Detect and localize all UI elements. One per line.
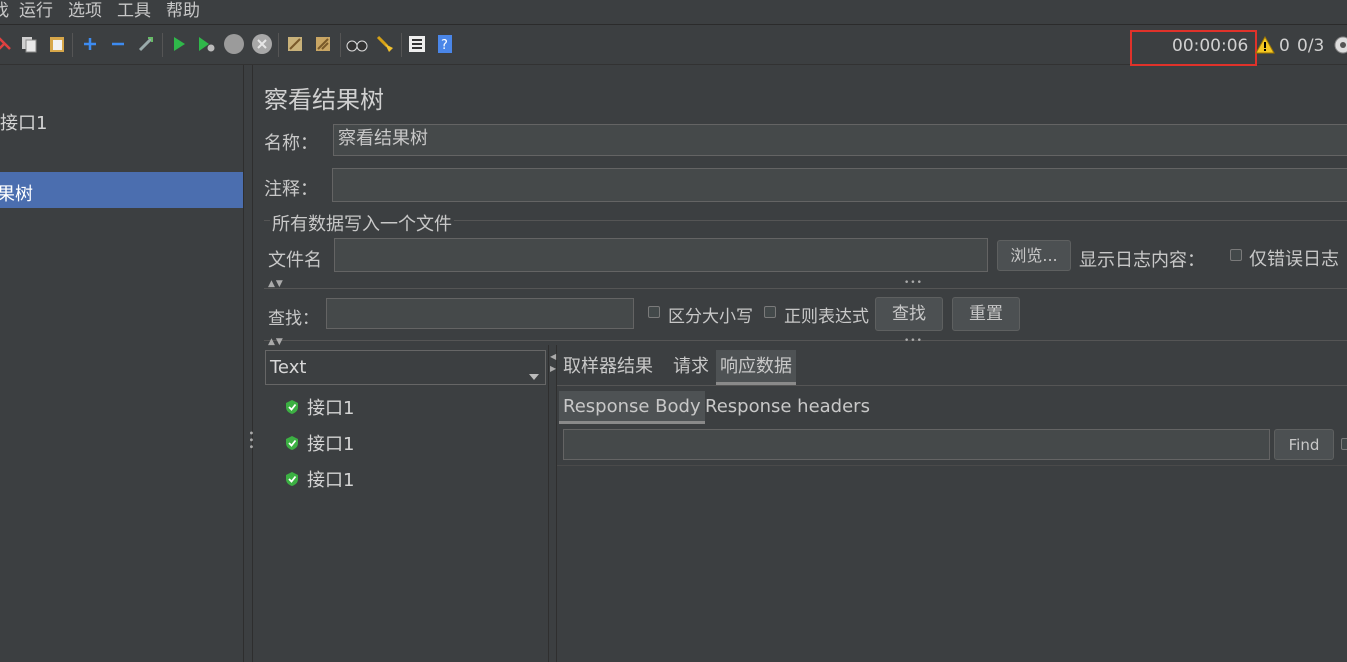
binoculars-icon[interactable] — [346, 33, 368, 55]
comment-label: 注释： — [264, 179, 318, 200]
toolbar-separator — [162, 33, 163, 57]
menu-options[interactable]: 选项 — [68, 0, 102, 22]
splitter-arrows-icon[interactable]: ▲▼ — [268, 279, 284, 289]
tab-request[interactable]: 请求 — [669, 350, 713, 385]
page-title: 察看结果树 — [264, 86, 384, 114]
splitter-grip-icon[interactable]: ••• — [904, 336, 923, 346]
result-item[interactable]: 接口1 — [285, 393, 354, 421]
toolbar-separator — [401, 33, 402, 57]
start-icon[interactable] — [168, 33, 190, 55]
response-find-checkbox[interactable] — [1341, 438, 1347, 450]
tree-splitter-grip-icon[interactable]: ••• — [245, 430, 256, 451]
toolbar-separator — [72, 33, 73, 57]
splitter-right-arrow-icon[interactable]: ▶ — [550, 364, 557, 373]
tab-sampler-result[interactable]: 取样器结果 — [559, 350, 657, 385]
menu-help[interactable]: 帮助 — [166, 0, 200, 22]
remote-status-icon[interactable] — [1333, 35, 1347, 59]
menu-run[interactable]: 运行 — [19, 0, 53, 22]
success-shield-icon — [286, 400, 298, 414]
tree-item-sampler[interactable]: 接口1 — [0, 109, 47, 135]
search-input[interactable] — [326, 298, 634, 329]
comment-field[interactable] — [332, 168, 1347, 202]
result-item-label: 接口1 — [307, 470, 355, 491]
splitter-grip-icon[interactable]: ••• — [904, 278, 923, 288]
menu-tools[interactable]: 工具 — [117, 0, 151, 22]
reset-button[interactable]: 重置 — [952, 297, 1020, 331]
name-label: 名称： — [264, 133, 318, 154]
find-button[interactable]: 查找 — [875, 297, 943, 331]
collapse-icon[interactable] — [107, 33, 129, 55]
active-threads: 0/3 — [1297, 36, 1325, 56]
results-splitter[interactable] — [264, 340, 1347, 341]
toolbar-separator — [340, 33, 341, 57]
name-field[interactable]: 察看结果树 — [333, 124, 1347, 156]
toggle-icon[interactable] — [135, 33, 157, 55]
success-shield-icon — [286, 472, 298, 486]
result-item-label: 接口1 — [307, 398, 355, 419]
clear-icon[interactable] — [284, 33, 306, 55]
clear-all-icon[interactable] — [312, 33, 334, 55]
cut-icon[interactable] — [0, 33, 16, 55]
tabs-divider — [557, 385, 1347, 386]
warning-icon[interactable] — [1255, 35, 1275, 58]
subtab-response-body[interactable]: Response Body — [559, 391, 705, 424]
browse-button[interactable]: 浏览... — [997, 240, 1071, 271]
errors-only-label: 仅错误日志 — [1249, 249, 1339, 270]
paste-icon[interactable] — [46, 33, 68, 55]
case-sensitive-checkbox[interactable] — [648, 306, 660, 318]
regex-label: 正则表达式 — [784, 307, 869, 327]
toolbar-separator — [278, 33, 279, 57]
search-splitter[interactable] — [264, 288, 1347, 289]
menu-search[interactable]: 找 — [0, 0, 9, 22]
expand-icon[interactable] — [79, 33, 101, 55]
response-find-input[interactable] — [563, 429, 1270, 460]
splitter-left-arrow-icon[interactable]: ◀ — [550, 352, 557, 361]
show-log-label: 显示日志内容： — [1079, 250, 1205, 271]
result-item[interactable]: 接口1 — [285, 465, 354, 493]
response-find-button[interactable]: Find — [1274, 429, 1334, 460]
svg-text:?: ? — [441, 38, 448, 53]
broom-icon[interactable] — [374, 33, 396, 55]
errors-only-checkbox[interactable] — [1230, 249, 1242, 261]
response-body-area[interactable] — [557, 466, 1347, 662]
warning-count: 0 — [1279, 36, 1290, 56]
case-sensitive-label: 区分大小写 — [668, 307, 753, 327]
search-label: 查找： — [268, 309, 319, 329]
tab-response-data[interactable]: 响应数据 — [716, 350, 796, 385]
stop-icon[interactable] — [223, 33, 245, 55]
splitter-arrows-icon[interactable]: ▲▼ — [268, 337, 284, 347]
tree-item-selected[interactable] — [0, 172, 243, 208]
shutdown-icon[interactable] — [251, 33, 273, 55]
renderer-select[interactable]: Text — [265, 350, 546, 385]
results-detail-splitter[interactable] — [548, 345, 549, 662]
renderer-select-value: Text — [270, 357, 307, 378]
help-icon[interactable]: ? — [434, 33, 456, 55]
file-section-title: 所有数据写入一个文件 — [270, 210, 454, 236]
start-no-pause-icon[interactable] — [195, 33, 217, 55]
copy-icon[interactable] — [18, 33, 40, 55]
result-item-label: 接口1 — [307, 434, 355, 455]
dropdown-arrow-icon[interactable] — [529, 365, 539, 384]
filename-input[interactable] — [334, 238, 988, 272]
success-shield-icon — [286, 436, 298, 450]
filename-label: 文件名 — [268, 250, 322, 271]
menu-bar: 找 运行 选项 工具 帮助 — [0, 0, 1347, 25]
elapsed-timer: 00:00:06 — [1172, 36, 1249, 56]
subtab-response-headers[interactable]: Response headers — [701, 391, 874, 424]
function-helper-icon[interactable] — [406, 33, 428, 55]
regex-checkbox[interactable] — [764, 306, 776, 318]
test-plan-tree — [0, 65, 243, 662]
tree-splitter[interactable] — [243, 65, 253, 662]
result-item[interactable]: 接口1 — [285, 429, 354, 457]
tree-item-view-results-tree[interactable]: 果树 — [0, 180, 33, 206]
